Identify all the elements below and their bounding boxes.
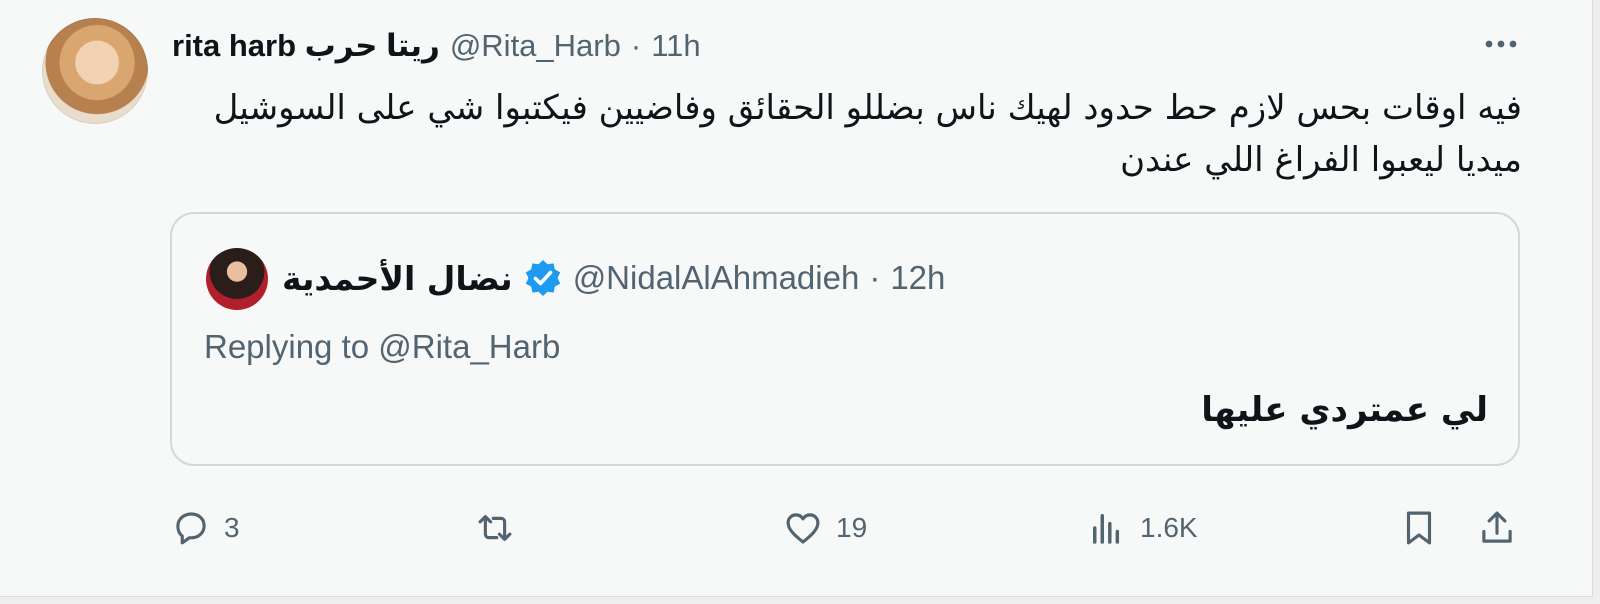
reply-icon: [176, 512, 206, 545]
tweet-text: فيه اوقات بحس لازم حط حدود لهيك ناس بضلل…: [213, 88, 1522, 180]
views-count: 1.6K: [1140, 512, 1198, 543]
retweet-icon: [478, 515, 512, 541]
views-chart-icon: [1093, 514, 1120, 544]
reply-button[interactable]: 3: [170, 500, 240, 556]
author-avatar[interactable]: [42, 18, 148, 124]
heart-icon: [786, 513, 820, 544]
tweet-actions: 3 19 1.6K: [0, 500, 1592, 556]
share-button[interactable]: [1476, 500, 1518, 556]
bookmark-button[interactable]: [1398, 500, 1440, 556]
author-name[interactable]: rita harb ريتا حرب: [172, 28, 440, 64]
quoted-author-avatar[interactable]: [206, 248, 268, 310]
bookmark-icon: [1406, 511, 1432, 545]
quoted-tweet-text: لي عمتردي عليها: [1201, 390, 1488, 430]
like-count: 19: [836, 512, 868, 543]
quoted-author-handle[interactable]: @NidalAlAhmadieh: [573, 259, 860, 297]
like-button[interactable]: 19: [782, 500, 867, 556]
quoted-tweet-header: نضال الأحمدية @NidalAlAhmadieh · 12h: [282, 258, 945, 298]
header-separator: ·: [630, 28, 642, 63]
tweet-timestamp[interactable]: 11h: [651, 28, 700, 64]
quoted-header-separator: ·: [869, 259, 881, 296]
quoted-author-name[interactable]: نضال الأحمدية: [282, 259, 513, 298]
tweet-card[interactable]: rita harb ريتا حرب @Rita_Harb · 11h فيه …: [0, 0, 1593, 597]
more-horizontal-icon[interactable]: [1478, 26, 1524, 62]
author-handle[interactable]: @Rita_Harb: [450, 28, 621, 64]
share-icon: [1482, 511, 1512, 543]
tweet-header: rita harb ريتا حرب @Rita_Harb · 11h: [172, 26, 701, 66]
verified-badge-icon: [523, 258, 563, 298]
replying-to[interactable]: Replying to @Rita_Harb: [204, 328, 560, 366]
retweet-button[interactable]: [474, 500, 528, 556]
reply-count: 3: [224, 512, 240, 543]
views-button[interactable]: 1.6K: [1086, 500, 1198, 556]
quoted-tweet-timestamp[interactable]: 12h: [890, 259, 945, 297]
quoted-tweet[interactable]: نضال الأحمدية @NidalAlAhmadieh · 12h Rep…: [170, 212, 1520, 466]
